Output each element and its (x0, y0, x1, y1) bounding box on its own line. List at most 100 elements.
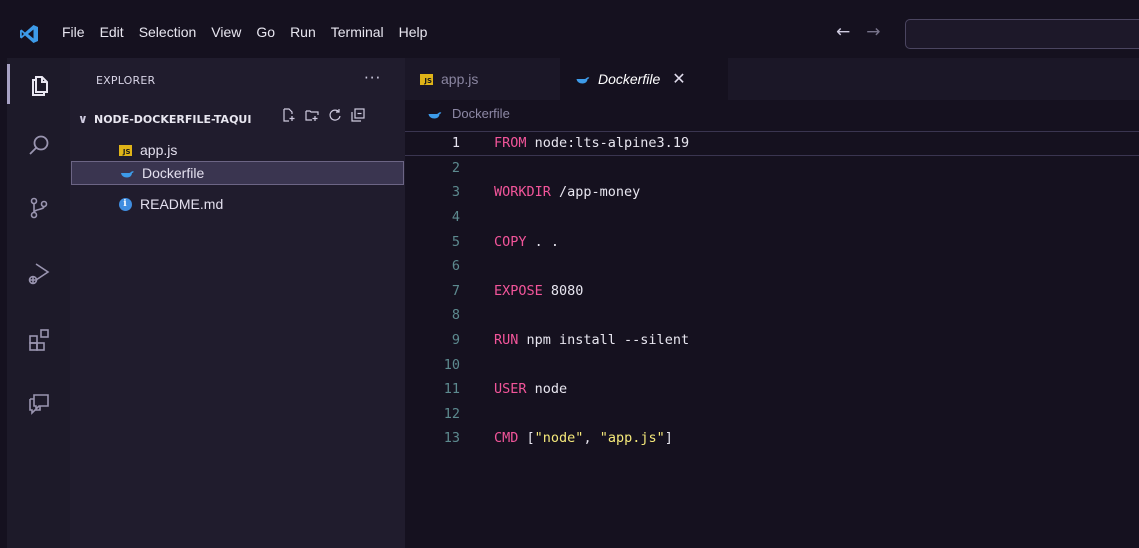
line-number: 11 (443, 381, 460, 398)
folder-name: NODE-DOCKERFILE-TAQUI (94, 112, 252, 126)
vscode-logo-icon (20, 25, 38, 43)
code-line: 2 (405, 156, 1139, 181)
line-number: 2 (451, 159, 460, 176)
line-number: 7 (451, 282, 460, 299)
code-line: 13 CMD ["node", "app.js"] (405, 426, 1139, 451)
code-line: 1 FROM node:lts-alpine3.19 (405, 131, 1139, 156)
line-number: 3 (451, 184, 460, 201)
string-literal: "app.js" (599, 430, 665, 447)
code-line: 5 COPY . . (405, 229, 1139, 254)
run-debug-activity[interactable] (7, 253, 70, 293)
code-text: node:lts-alpine3.19 (526, 135, 690, 152)
breadcrumb-file: Dockerfile (452, 106, 510, 121)
code-text: [ (518, 430, 535, 447)
tab-app-js[interactable]: JS app.js (405, 58, 560, 100)
line-number: 1 (451, 135, 460, 152)
keyword: CMD (494, 430, 519, 447)
tab-label: Dockerfile (598, 71, 661, 87)
info-icon: i (118, 197, 132, 211)
docker-icon (121, 171, 134, 178)
menu-file[interactable]: File (62, 24, 93, 40)
chat-activity[interactable] (7, 383, 70, 423)
line-number: 13 (443, 430, 460, 447)
source-control-icon (30, 197, 47, 219)
js-file-icon: JS (118, 144, 132, 156)
close-icon[interactable]: ✕ (672, 69, 685, 89)
code-text: node (526, 381, 568, 398)
extensions-activity[interactable] (7, 320, 70, 360)
source-control-activity[interactable] (7, 188, 70, 228)
menu-terminal[interactable]: Terminal (331, 24, 392, 40)
explorer-sidebar: EXPLORER ··· ∨ NODE-DOCKERFILE-TAQUI JS … (70, 58, 405, 548)
file-name: Dockerfile (142, 165, 205, 181)
new-file-icon[interactable] (282, 108, 296, 122)
keyword: RUN (494, 332, 519, 349)
menu-go[interactable]: Go (256, 24, 283, 40)
editor-area[interactable]: Dockerfile 1 FROM node:lts-alpine3.19 2 … (405, 100, 1139, 548)
keyword: USER (494, 381, 527, 398)
keyword: COPY (494, 233, 527, 250)
title-bar: File Edit Selection View Go Run Terminal… (0, 0, 1139, 58)
code-text: . . (526, 233, 560, 250)
line-number: 12 (443, 405, 460, 422)
menu-view[interactable]: View (211, 24, 249, 40)
menu-help[interactable]: Help (399, 24, 436, 40)
chat-icon (28, 394, 49, 415)
file-name: README.md (140, 196, 224, 212)
line-number: 6 (451, 258, 460, 275)
command-center-search[interactable] (905, 19, 1139, 49)
code-line: 11 USER node (405, 377, 1139, 402)
code-line: 9 RUN npm install --silent (405, 328, 1139, 353)
collapse-all-icon[interactable] (351, 108, 365, 122)
search-activity[interactable] (7, 126, 70, 166)
navigation-arrows: ← → (836, 22, 881, 42)
code-line: 12 (405, 402, 1139, 427)
breadcrumb[interactable]: Dockerfile (427, 106, 510, 121)
menu-edit[interactable]: Edit (100, 24, 132, 40)
js-file-icon: JS (420, 73, 433, 85)
file-name: app.js (140, 142, 178, 158)
folder-actions (282, 108, 365, 122)
code-text: 8080 (542, 282, 584, 299)
menu-run[interactable]: Run (290, 24, 324, 40)
line-number: 8 (451, 307, 460, 324)
refresh-icon[interactable] (328, 108, 342, 122)
chevron-down-icon: ∨ (78, 112, 88, 126)
explorer-title: EXPLORER (96, 74, 156, 87)
code-text: ] (664, 430, 673, 447)
line-number: 4 (451, 209, 460, 226)
code-line: 7 EXPOSE 8080 (405, 279, 1139, 304)
file-item-app-js[interactable]: JS app.js (70, 138, 405, 162)
code-content[interactable]: 1 FROM node:lts-alpine3.19 2 3 WORKDIR /… (405, 131, 1139, 451)
file-item-readme[interactable]: i README.md (70, 192, 405, 216)
code-line: 3 WORKDIR /app-money (405, 180, 1139, 205)
docker-icon (576, 77, 590, 84)
code-text: npm install --silent (518, 332, 690, 349)
line-number: 9 (451, 332, 460, 349)
search-icon (28, 135, 48, 155)
extensions-icon (28, 329, 49, 351)
keyword: FROM (494, 135, 527, 152)
code-line: 10 (405, 352, 1139, 377)
code-line: 4 (405, 205, 1139, 230)
menu-selection[interactable]: Selection (139, 24, 205, 40)
code-line: 8 (405, 303, 1139, 328)
line-number: 10 (443, 356, 460, 373)
code-text: , (583, 430, 600, 447)
new-folder-icon[interactable] (305, 108, 319, 122)
tab-dockerfile[interactable]: Dockerfile ✕ (560, 58, 728, 100)
activity-bar (7, 58, 70, 548)
forward-arrow-icon[interactable]: → (866, 22, 880, 42)
explorer-activity[interactable] (7, 64, 70, 104)
code-text: /app-money (550, 184, 641, 201)
editor-tabs: JS app.js Dockerfile ✕ (405, 58, 1139, 100)
code-line: 6 (405, 254, 1139, 279)
menu-bar: File Edit Selection View Go Run Terminal… (62, 24, 442, 40)
run-debug-icon (28, 263, 49, 285)
docker-icon (428, 111, 442, 118)
more-actions-button[interactable]: ··· (364, 69, 381, 87)
file-item-dockerfile[interactable]: Dockerfile (71, 161, 404, 185)
back-arrow-icon[interactable]: ← (836, 22, 850, 42)
line-number: 5 (451, 233, 460, 250)
files-icon (32, 76, 48, 96)
